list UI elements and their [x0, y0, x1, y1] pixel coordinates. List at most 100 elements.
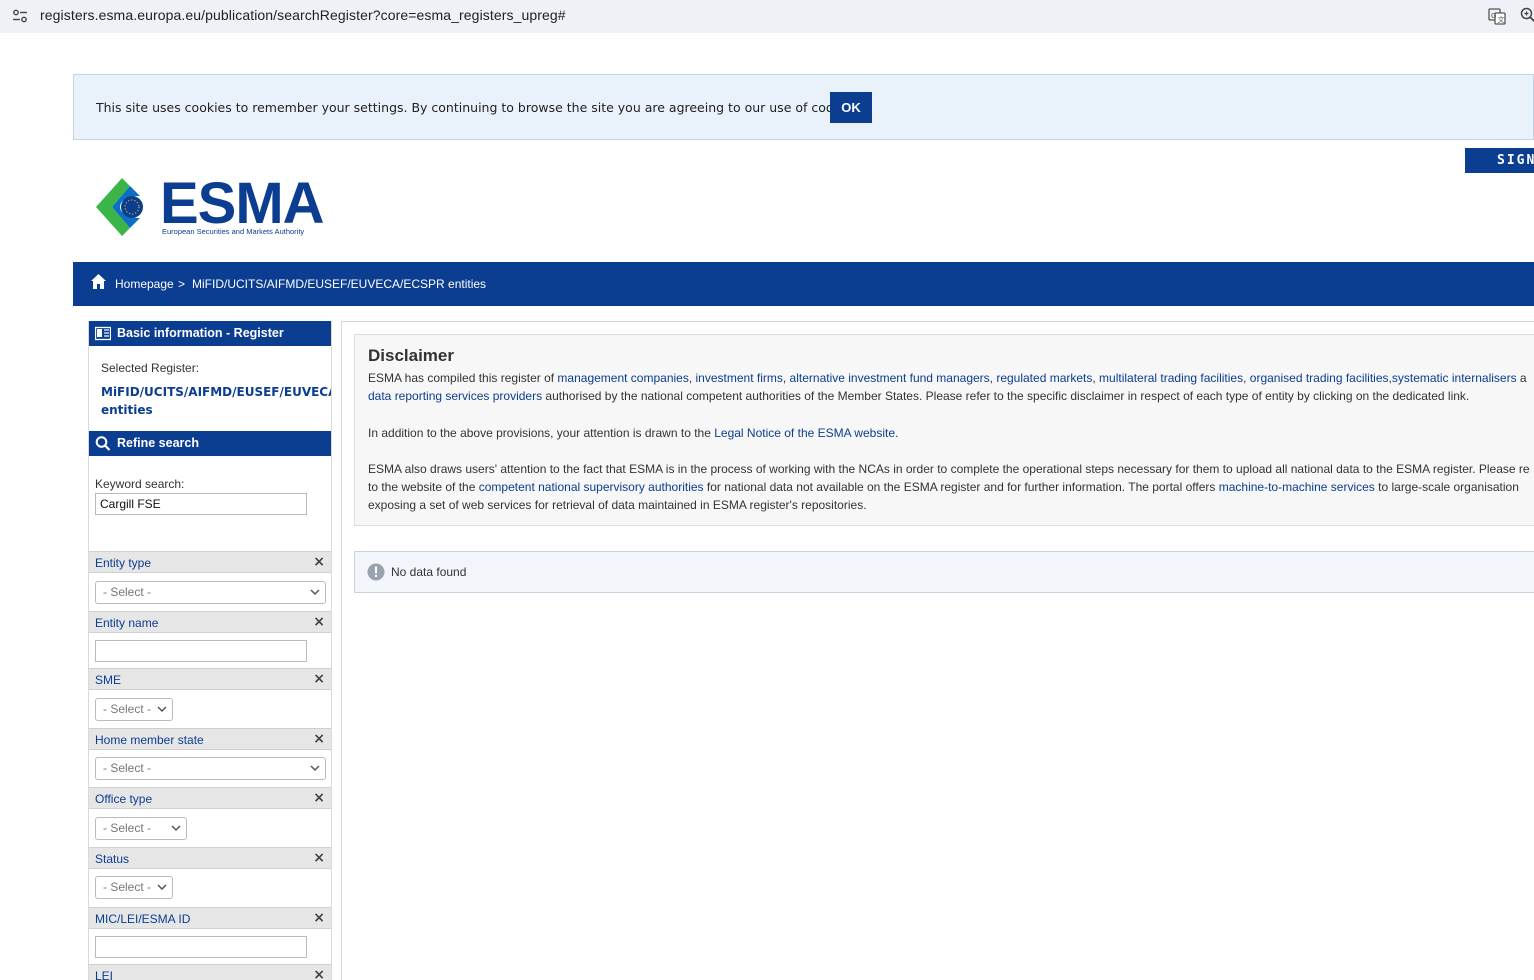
- sme-select[interactable]: - Select -: [95, 698, 173, 721]
- link-investment-firms[interactable]: investment firms: [696, 371, 783, 385]
- svg-text:文: 文: [1498, 15, 1505, 24]
- home-member-state-select-value: - Select -: [103, 761, 152, 775]
- breadcrumb-separator: >: [178, 277, 186, 291]
- text: a: [1516, 371, 1527, 385]
- status-select[interactable]: - Select -: [95, 876, 173, 899]
- cookie-banner: This site uses cookies to remember your …: [73, 74, 1534, 140]
- link-legal-notice[interactable]: Legal Notice of the ESMA website: [714, 426, 895, 440]
- facet-home-member-state-header[interactable]: Home member state ×: [89, 728, 331, 750]
- register-book-icon: [95, 326, 111, 341]
- status-select-value: - Select -: [103, 880, 152, 894]
- clear-entity-type-icon[interactable]: ×: [313, 554, 325, 570]
- facet-entity-type-header[interactable]: Entity type ×: [89, 551, 331, 573]
- disclaimer-paragraph-1: ESMA has compiled this register of manag…: [368, 369, 1534, 405]
- filter-sidebar: Basic information - Register Selected Re…: [88, 321, 332, 980]
- esma-logo[interactable]: ESMA European Securities and Markets Aut…: [90, 171, 340, 242]
- text: authorised by the national competent aut…: [542, 389, 1470, 403]
- url-text[interactable]: registers.esma.europa.eu/publication/sea…: [40, 7, 566, 23]
- browser-address-bar: registers.esma.europa.eu/publication/sea…: [0, 0, 1534, 33]
- link-competent-authorities[interactable]: competent national supervisory authoriti…: [479, 480, 704, 494]
- chevron-down-icon: [310, 765, 320, 772]
- cookie-message: This site uses cookies to remember your …: [96, 100, 863, 115]
- chevron-down-icon: [157, 884, 167, 891]
- text: ,: [782, 371, 790, 385]
- cookie-ok-button[interactable]: OK: [830, 92, 872, 123]
- basic-info-title: Basic information - Register: [117, 326, 284, 340]
- basic-info-header: Basic information - Register: [89, 321, 331, 346]
- facet-home-member-state-label: Home member state: [95, 733, 204, 747]
- clear-entity-name-icon[interactable]: ×: [313, 614, 325, 630]
- search-icon: [95, 436, 111, 451]
- office-type-select-value: - Select -: [103, 821, 152, 835]
- clear-mic-lei-icon[interactable]: ×: [313, 910, 325, 926]
- selected-register-label: Selected Register:: [101, 361, 200, 375]
- site-settings-icon[interactable]: [12, 9, 28, 23]
- link-machine-to-machine[interactable]: machine-to-machine services: [1219, 480, 1375, 494]
- chevron-down-icon: [310, 589, 320, 596]
- sign-in-button[interactable]: SIGN: [1465, 148, 1534, 173]
- mic-lei-input[interactable]: [95, 936, 307, 958]
- keyword-search-input[interactable]: [95, 493, 307, 515]
- link-otf[interactable]: organised trading facilities: [1250, 371, 1389, 385]
- logo-subtitle: European Securities and Markets Authorit…: [162, 227, 305, 236]
- disclaimer-title: Disclaimer: [368, 346, 454, 365]
- link-data-reporting-services[interactable]: data reporting services providers: [368, 389, 542, 403]
- text: for national data not available on the E…: [703, 480, 1219, 494]
- home-icon[interactable]: [90, 273, 107, 290]
- svg-text:G: G: [1491, 12, 1496, 20]
- clear-status-icon[interactable]: ×: [313, 850, 325, 866]
- link-systematic-internalisers[interactable]: systematic internalisers: [1392, 371, 1517, 385]
- facet-office-type-label: Office type: [95, 792, 153, 806]
- breadcrumb-current: MiFID/UCITS/AIFMD/EUSEF/EUVECA/ECSPR ent…: [192, 277, 487, 291]
- clear-lei-icon[interactable]: ×: [313, 967, 325, 980]
- text: ESMA has compiled this register of: [368, 371, 558, 385]
- text: to large-scale organisation: [1374, 480, 1519, 494]
- link-mtf[interactable]: multilateral trading facilities: [1099, 371, 1243, 385]
- home-member-state-select[interactable]: - Select -: [95, 757, 326, 780]
- clear-office-type-icon[interactable]: ×: [313, 790, 325, 806]
- disclaimer-paragraph-3: ESMA also draws users' attention to the …: [368, 460, 1534, 514]
- clear-sme-icon[interactable]: ×: [313, 671, 325, 687]
- text: In addition to the above provisions, you…: [368, 426, 715, 440]
- breadcrumb-homepage[interactable]: Homepage: [115, 277, 174, 291]
- facet-sme-header[interactable]: SME ×: [89, 668, 331, 690]
- entity-name-input[interactable]: [95, 640, 307, 662]
- keyword-search-label: Keyword search:: [95, 477, 185, 491]
- chevron-down-icon: [157, 706, 167, 713]
- entity-type-select-value: - Select -: [103, 585, 152, 599]
- page-top-spacer: [0, 33, 1534, 73]
- text: to the website of the: [368, 480, 479, 494]
- text: ESMA also draws users' attention to the …: [368, 462, 1530, 476]
- facet-mic-lei-label: MIC/LEI/ESMA ID: [95, 912, 191, 926]
- info-icon: [367, 563, 385, 581]
- chevron-down-icon: [171, 825, 181, 832]
- translate-icon[interactable]: G 文: [1488, 7, 1506, 25]
- facet-entity-name-header[interactable]: Entity name ×: [89, 611, 331, 633]
- link-management-companies[interactable]: management companies: [557, 371, 688, 385]
- facet-entity-name-label: Entity name: [95, 616, 159, 630]
- text: exposing a set of web services for retri…: [368, 498, 867, 512]
- zoom-icon[interactable]: [1520, 7, 1534, 23]
- selected-register-value: MiFID/UCITS/AIFMD/EUSEF/EUVECA/ECSPR ent…: [101, 385, 331, 417]
- facet-status-header[interactable]: Status ×: [89, 847, 331, 869]
- esma-emblem-icon: [96, 178, 143, 236]
- disclaimer-box: Disclaimer ESMA has compiled this regist…: [354, 334, 1534, 526]
- link-aifm[interactable]: alternative investment fund managers: [790, 371, 990, 385]
- facet-office-type-header[interactable]: Office type ×: [89, 787, 331, 809]
- link-regulated-markets[interactable]: regulated markets: [996, 371, 1092, 385]
- facet-mic-lei-header[interactable]: MIC/LEI/ESMA ID ×: [89, 907, 331, 929]
- text: ,: [688, 371, 696, 385]
- entity-type-select[interactable]: - Select -: [95, 581, 326, 604]
- facet-entity-type-label: Entity type: [95, 556, 152, 570]
- refine-search-header: Refine search: [89, 431, 331, 456]
- facet-status-label: Status: [95, 852, 130, 866]
- office-type-select[interactable]: - Select -: [95, 817, 187, 840]
- no-data-message: No data found: [354, 551, 1534, 593]
- sme-select-value: - Select -: [103, 702, 152, 716]
- facet-lei-header[interactable]: LEI ×: [89, 964, 331, 980]
- clear-home-member-state-icon[interactable]: ×: [313, 731, 325, 747]
- text: .: [895, 426, 899, 440]
- no-data-text: No data found: [391, 565, 467, 579]
- facet-lei-label: LEI: [95, 969, 114, 980]
- disclaimer-paragraph-2: In addition to the above provisions, you…: [368, 424, 1534, 442]
